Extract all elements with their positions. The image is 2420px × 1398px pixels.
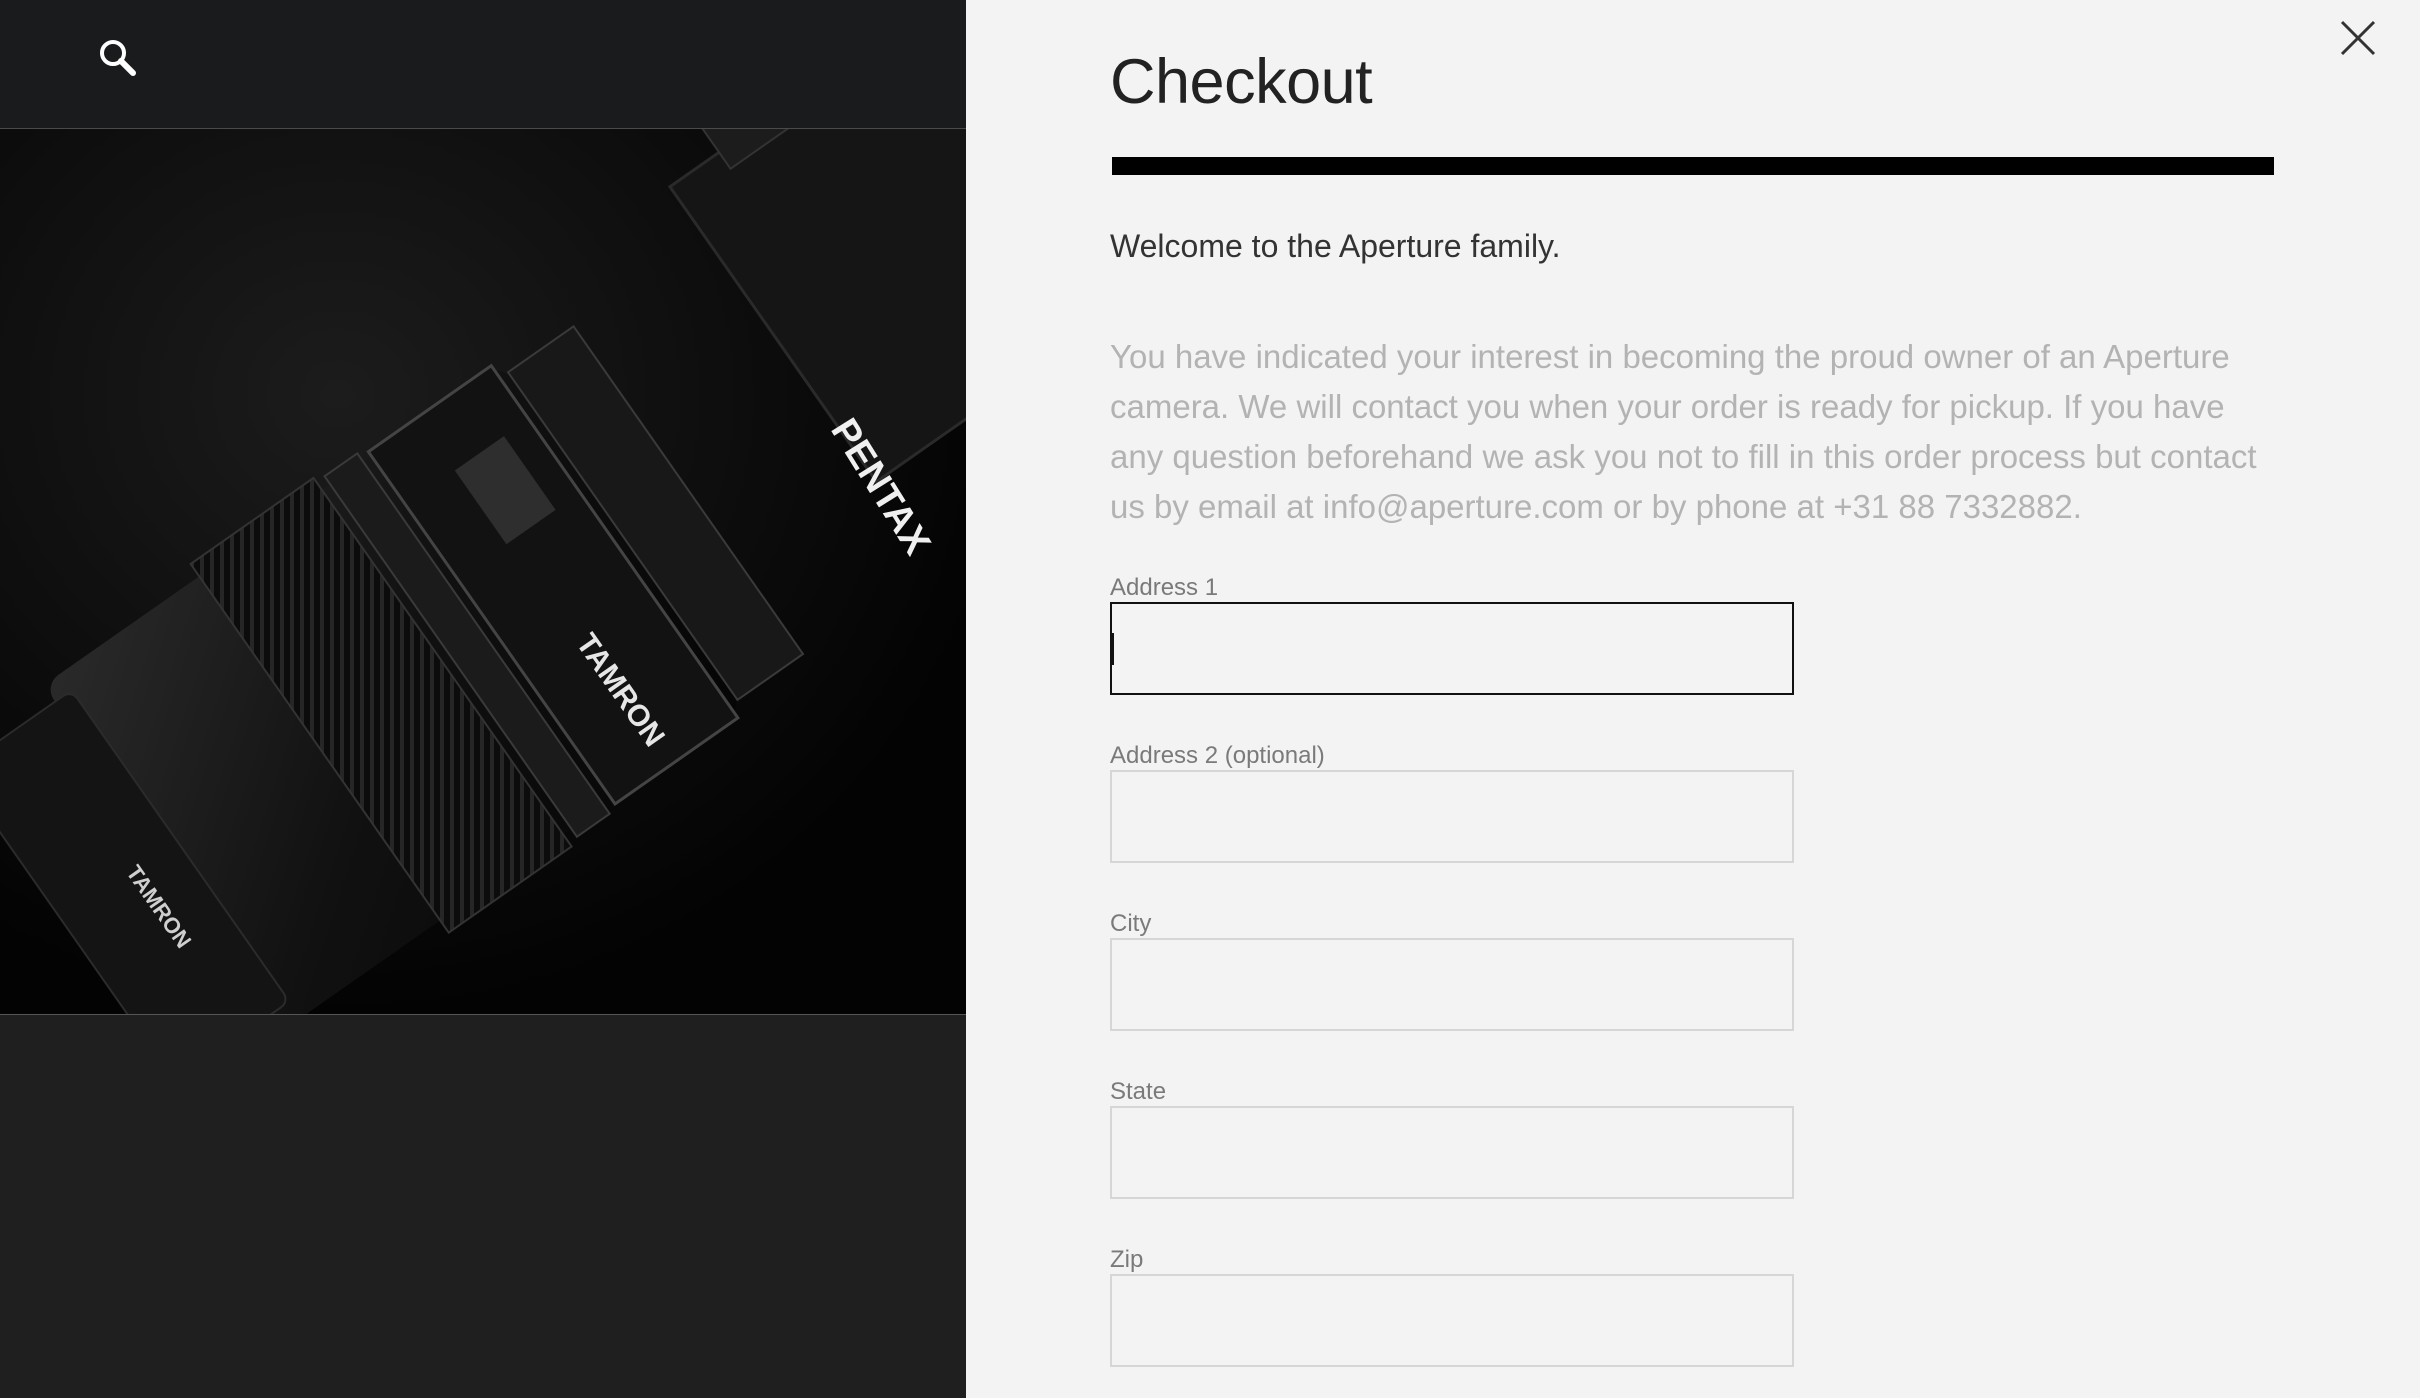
- address2-label: Address 2 (optional): [1110, 742, 1325, 769]
- zip-input[interactable]: [1110, 1274, 1794, 1367]
- zip-label: Zip: [1110, 1246, 1144, 1273]
- text-caret: [1112, 633, 1114, 665]
- search-icon: [100, 40, 136, 76]
- city-input[interactable]: [1110, 938, 1794, 1031]
- address1-label: Address 1: [1110, 574, 1219, 601]
- intro-text: You have indicated your interest in beco…: [1110, 338, 2257, 525]
- search-button[interactable]: [96, 36, 142, 82]
- address2-input[interactable]: [1110, 770, 1794, 863]
- checkout-progress-fill: [1112, 157, 2274, 175]
- hero-camera-image: TAMRON TAMRON PENTAX: [0, 129, 966, 1015]
- address1-input[interactable]: [1110, 602, 1794, 695]
- top-bar: [0, 0, 966, 129]
- state-input[interactable]: [1110, 1106, 1794, 1199]
- checkout-panel: Checkout Welcome to the Aperture family.…: [966, 0, 2420, 1398]
- state-label: State: [1110, 1078, 1167, 1105]
- close-icon: [2340, 20, 2376, 56]
- welcome-heading: Welcome to the Aperture family.: [1110, 228, 1561, 264]
- page-title: Checkout: [1110, 47, 1373, 117]
- left-panel: TAMRON TAMRON PENTAX: [0, 0, 966, 1398]
- checkout-progress-bar: [1112, 157, 2274, 175]
- city-label: City: [1110, 910, 1152, 937]
- close-button[interactable]: [2338, 18, 2378, 58]
